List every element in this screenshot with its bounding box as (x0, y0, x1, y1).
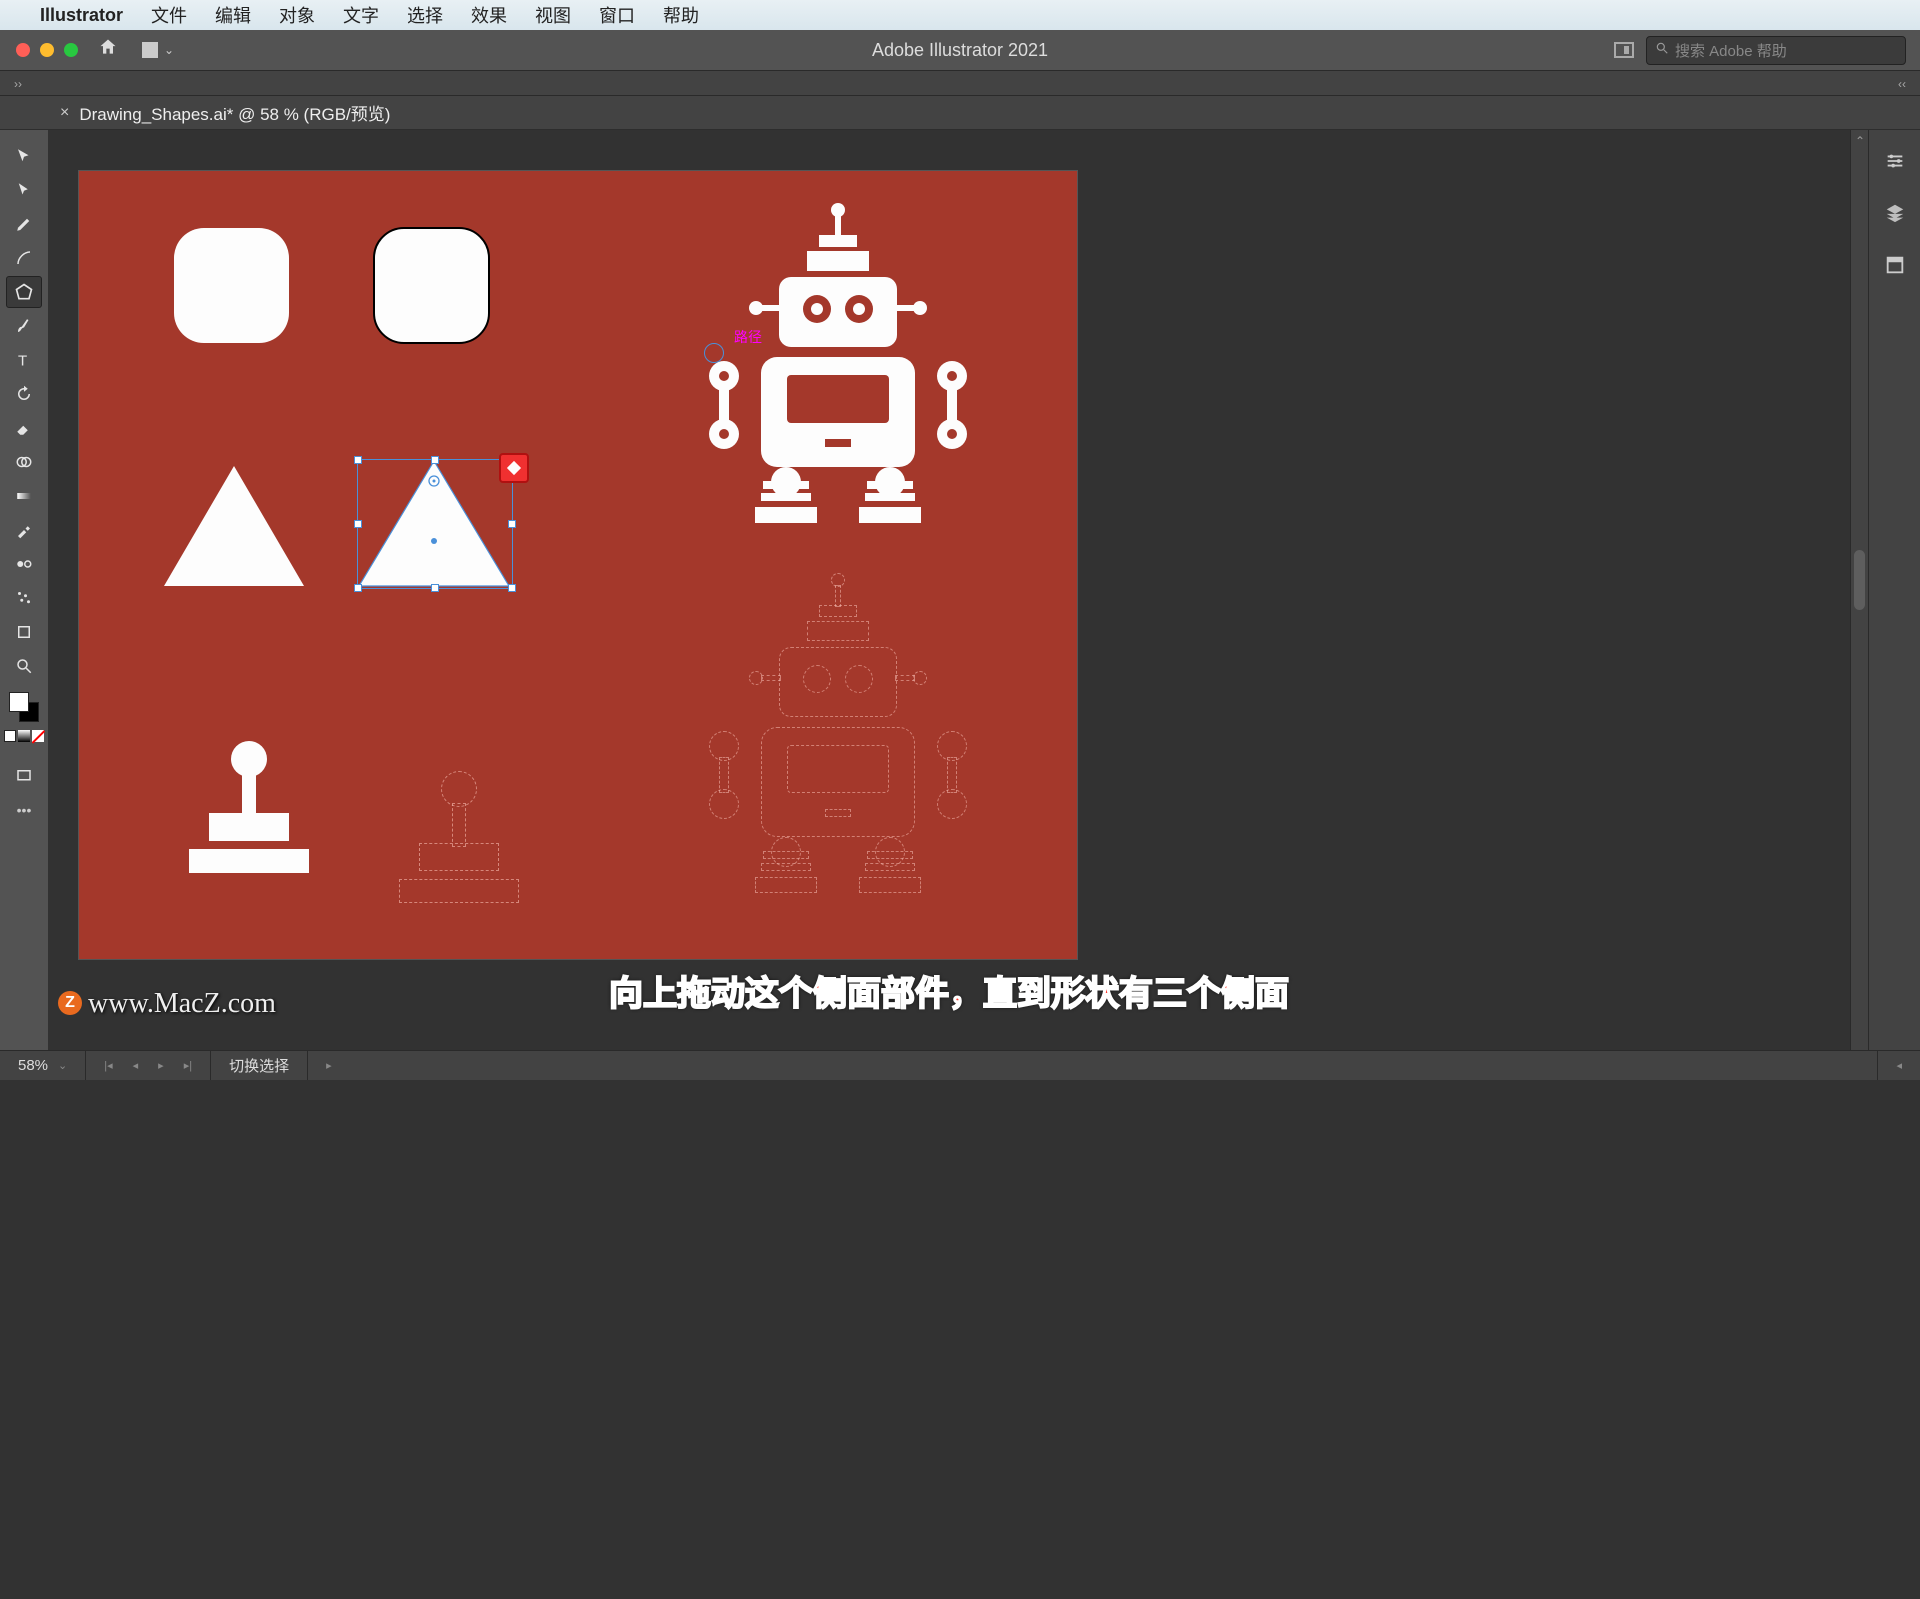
close-window-button[interactable] (16, 43, 30, 57)
svg-text:T: T (18, 352, 27, 369)
polygon-tool[interactable] (6, 276, 42, 308)
watermark-badge: Z (58, 991, 82, 1015)
chevron-down-icon: ⌄ (58, 1059, 67, 1072)
document-layout-icon[interactable] (1614, 42, 1634, 58)
first-artboard-icon[interactable]: |◂ (104, 1059, 112, 1072)
status-more-icon[interactable]: ▸ (326, 1059, 332, 1072)
resize-handle-nw[interactable] (354, 456, 362, 464)
panel-dock (1868, 130, 1920, 1050)
workspace-switcher[interactable]: ⌄ (142, 42, 174, 58)
document-tabs: × Drawing_Shapes.ai* @ 58 % (RGB/预览) (0, 96, 1920, 130)
type-tool[interactable]: T (6, 344, 42, 376)
artboard-nav[interactable]: |◂ ◂ ▸ ▸| (86, 1051, 211, 1080)
search-placeholder: 搜索 Adobe 帮助 (1675, 40, 1787, 61)
menu-view[interactable]: 视图 (535, 2, 571, 28)
zoom-value: 58% (18, 1057, 48, 1074)
shape-rounded-rect-2[interactable] (369, 223, 499, 353)
document-tab-label[interactable]: Drawing_Shapes.ai* @ 58 % (RGB/预览) (79, 100, 390, 125)
resize-handle-s[interactable] (431, 584, 439, 592)
app-name[interactable]: Illustrator (40, 5, 123, 26)
status-mode-label: 切换选择 (229, 1055, 289, 1076)
curvature-tool[interactable] (6, 242, 42, 274)
scroll-left-icon[interactable]: ◂ (1896, 1059, 1902, 1072)
selection-tool[interactable] (6, 140, 42, 172)
window-titlebar: ⌄ Adobe Illustrator 2021 搜索 Adobe 帮助 (0, 30, 1920, 70)
watermark-text: www.MacZ.com (88, 988, 276, 1020)
toolbox: T ••• (0, 130, 48, 1050)
properties-panel-icon[interactable] (1884, 150, 1906, 178)
window-controls (16, 43, 78, 57)
prev-artboard-icon[interactable]: ◂ (133, 1059, 139, 1072)
app-window: ⌄ Adobe Illustrator 2021 搜索 Adobe 帮助 ›› … (0, 30, 1920, 1080)
eyedropper-tool[interactable] (6, 514, 42, 546)
menu-edit[interactable]: 编辑 (215, 2, 251, 28)
resize-handle-e[interactable] (508, 520, 516, 528)
menu-effect[interactable]: 效果 (471, 2, 507, 28)
status-bar: 58% ⌄ |◂ ◂ ▸ ▸| 切换选择 ▸ ◂ (0, 1050, 1920, 1080)
edit-toolbar-button[interactable]: ••• (6, 794, 42, 826)
shape-rounded-rect-1[interactable] (169, 223, 299, 353)
window-title: Adobe Illustrator 2021 (872, 40, 1048, 61)
symbol-sprayer-tool[interactable] (6, 582, 42, 614)
canvas-area[interactable]: 路径 (48, 130, 1850, 1050)
rotate-tool[interactable] (6, 378, 42, 410)
scroll-thumb[interactable] (1854, 550, 1865, 610)
libraries-panel-icon[interactable] (1884, 254, 1906, 282)
gradient-tool[interactable] (6, 480, 42, 512)
minimize-window-button[interactable] (40, 43, 54, 57)
scroll-up-icon[interactable]: ⌃ (1855, 134, 1865, 148)
artboard-tool[interactable] (6, 616, 42, 648)
close-tab-icon[interactable]: × (60, 104, 69, 122)
menu-select[interactable]: 选择 (407, 2, 443, 28)
screen-mode-tool[interactable] (6, 760, 42, 792)
tutorial-caption: 向上拖动这个侧面部件，直到形状有三个侧面 (609, 966, 1289, 1015)
home-icon[interactable] (98, 37, 118, 63)
direct-selection-tool[interactable] (6, 174, 42, 206)
expand-left-icon[interactable]: ›› (14, 77, 22, 91)
sides-widget[interactable] (499, 453, 529, 483)
status-mode[interactable]: 切换选择 (211, 1051, 308, 1080)
resize-handle-w[interactable] (354, 520, 362, 528)
zoom-tool[interactable] (6, 650, 42, 682)
menu-window[interactable]: 窗口 (599, 2, 635, 28)
resize-handle-sw[interactable] (354, 584, 362, 592)
workspace: T ••• (0, 130, 1920, 1050)
layers-panel-icon[interactable] (1884, 202, 1906, 230)
menu-object[interactable]: 对象 (279, 2, 315, 28)
last-artboard-icon[interactable]: ▸| (184, 1059, 192, 1072)
artboard[interactable]: 路径 (78, 170, 1078, 960)
fullscreen-window-button[interactable] (64, 43, 78, 57)
shape-robot[interactable] (679, 201, 999, 521)
shape-robot-dashed[interactable] (679, 571, 999, 891)
color-mode-swatches[interactable] (4, 730, 44, 742)
zoom-control[interactable]: 58% ⌄ (0, 1051, 86, 1080)
shape-builder-tool[interactable] (6, 446, 42, 478)
eraser-tool[interactable] (6, 412, 42, 444)
menu-type[interactable]: 文字 (343, 2, 379, 28)
search-icon (1655, 41, 1669, 59)
vertical-scrollbar[interactable]: ⌃ (1850, 130, 1868, 1050)
resize-handle-n[interactable] (431, 456, 439, 464)
brush-tool[interactable] (6, 310, 42, 342)
blend-tool[interactable] (6, 548, 42, 580)
shape-triangle-1[interactable] (159, 461, 309, 591)
macos-menubar: Illustrator 文件 编辑 对象 文字 选择 效果 视图 窗口 帮助 (0, 0, 1920, 30)
fill-stroke-swatch[interactable] (9, 692, 39, 722)
help-search-input[interactable]: 搜索 Adobe 帮助 (1646, 36, 1906, 65)
next-artboard-icon[interactable]: ▸ (158, 1059, 164, 1072)
control-bar: ›› ‹‹ (0, 70, 1920, 96)
selection-bounding-box[interactable] (357, 459, 513, 589)
expand-right-icon[interactable]: ‹‹ (1898, 77, 1906, 91)
menu-file[interactable]: 文件 (151, 2, 187, 28)
menu-help[interactable]: 帮助 (663, 2, 699, 28)
pen-tool[interactable] (6, 208, 42, 240)
resize-handle-se[interactable] (508, 584, 516, 592)
